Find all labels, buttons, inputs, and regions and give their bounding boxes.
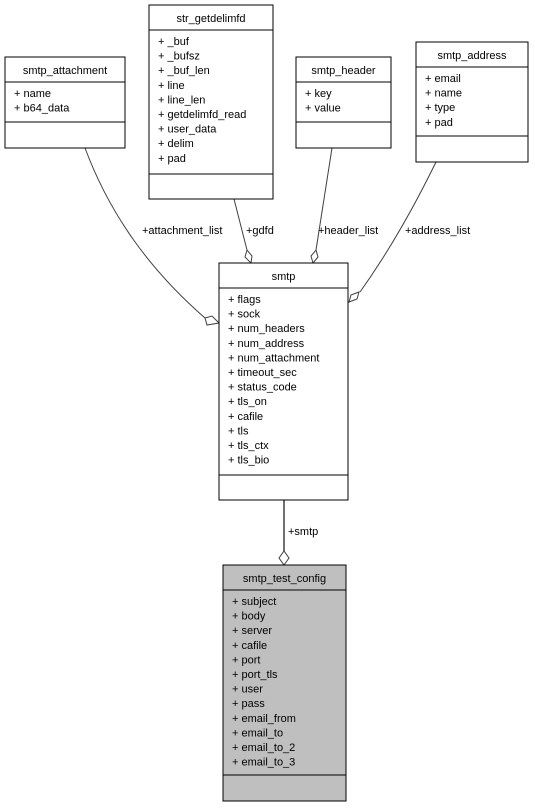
class-attribute: + cafile [228, 411, 263, 423]
edge-header-list: +header_list [310, 147, 378, 265]
class-attribute: + value [305, 103, 341, 115]
class-name: smtp_address [437, 50, 507, 62]
class-name: smtp_attachment [23, 65, 107, 77]
class-box-smtp[interactable]: smtp + flags + sock + num_headers + num_addr… [218, 262, 349, 501]
class-attribute: + tls_on [228, 396, 267, 408]
class-attribute: + type [425, 102, 455, 114]
class-attribute: + subject [232, 596, 276, 608]
class-box-smtp-test-config[interactable]: smtp_test_config + subject + body + server +… [222, 564, 347, 802]
class-attribute: + _buf [158, 36, 190, 48]
class-attribute: + sock [228, 309, 261, 321]
class-name: smtp_test_config [243, 573, 326, 585]
class-box-str-getdelimfd[interactable]: str_getdelimfd + _buf + _bufsz + _buf_len + … [148, 4, 274, 200]
edge-gdfd: +gdfd [233, 198, 274, 265]
class-attribute: + num_headers [228, 323, 305, 335]
class-attribute: + flags [228, 294, 261, 306]
class-attribute: + getdelimfd_read [158, 109, 246, 121]
class-attribute: + _bufsz [158, 51, 200, 63]
class-attribute: + name [14, 88, 51, 100]
class-attribute: + email_to_3 [232, 757, 295, 769]
class-attribute: + num_address [228, 338, 305, 350]
class-attribute: + server [232, 625, 272, 637]
class-attribute: + key [305, 88, 332, 100]
class-box-smtp-attachment[interactable]: smtp_attachment + name + b64_data [4, 56, 126, 149]
class-attribute: + email_to_2 [232, 742, 295, 754]
class-attribute: + body [232, 611, 266, 623]
class-attribute: + _buf_len [158, 65, 210, 77]
class-attribute: + port [232, 654, 260, 666]
class-name: smtp [272, 271, 296, 283]
class-attribute: + pass [232, 698, 265, 710]
class-attribute: + email_from [232, 713, 296, 725]
class-attribute: + tls_bio [228, 455, 269, 467]
class-attribute: + user_data [158, 124, 217, 136]
class-name: str_getdelimfd [176, 13, 245, 25]
edge-label-attachment-list: +attachment_list [142, 225, 222, 237]
class-attribute: + cafile [232, 640, 267, 652]
edge-label-header-list: +header_list [318, 225, 378, 237]
class-attribute: + line [158, 80, 185, 92]
class-attribute: + name [425, 88, 462, 100]
class-attribute: + tls_ctx [228, 440, 269, 452]
class-attribute: + line_len [158, 94, 205, 106]
class-attribute: + num_attachment [228, 352, 319, 364]
class-box-smtp-address[interactable]: smtp_address + email + name + type + pad [415, 41, 529, 163]
edge-smtp: +smtp [278, 500, 318, 566]
collaboration-diagram: +attachment_list +gdfd +header_list +add… [4, 4, 529, 802]
edge-label-smtp: +smtp [288, 526, 318, 538]
class-attribute: + pad [425, 117, 453, 129]
class-attribute: + email [425, 73, 461, 85]
edge-label-gdfd: +gdfd [246, 225, 274, 237]
class-attribute: + timeout_sec [228, 367, 297, 379]
class-attribute: + tls [228, 425, 249, 437]
class-attribute: + port_tls [232, 669, 278, 681]
class-attribute: + status_code [228, 382, 297, 394]
edge-label-address-list: +address_list [405, 225, 470, 237]
class-attribute: + email_to [232, 727, 283, 739]
class-attribute: + user [232, 684, 263, 696]
class-name: smtp_header [311, 65, 376, 77]
class-box-smtp-header[interactable]: smtp_header + key + value [295, 56, 392, 149]
class-attribute: + pad [158, 153, 186, 165]
class-attribute: + delim [158, 138, 194, 150]
class-attribute: + b64_data [14, 103, 70, 115]
